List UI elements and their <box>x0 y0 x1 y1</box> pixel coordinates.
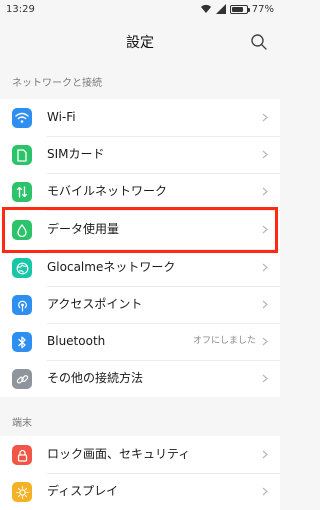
settings-item-bluetooth[interactable]: Bluetooth オフにしました <box>0 323 280 360</box>
settings-item-glocalme-network[interactable]: Glocalmeネットワーク <box>0 249 280 286</box>
mobile-network-icon <box>12 182 32 202</box>
chevron-right-icon <box>262 113 268 122</box>
chevron-right-icon <box>262 450 268 459</box>
chevron-right-icon <box>262 374 268 383</box>
settings-item-label: ディスプレイ <box>47 484 119 498</box>
data-usage-icon <box>12 220 32 240</box>
hotspot-icon <box>12 295 32 315</box>
globe-icon <box>12 258 32 278</box>
battery-level-fill <box>231 6 243 12</box>
settings-item-lock-screen-security[interactable]: ロック画面、セキュリティ <box>0 436 280 473</box>
settings-item-display[interactable]: ディスプレイ <box>0 473 280 510</box>
battery-icon <box>229 4 250 14</box>
chevron-right-icon <box>262 337 268 346</box>
chevron-right-icon <box>262 187 268 196</box>
device-settings-list: ロック画面、セキュリティ ディスプレイ <box>0 436 280 510</box>
settings-item-access-point[interactable]: アクセスポイント <box>0 286 280 323</box>
status-time: 13:29 <box>6 3 35 15</box>
bluetooth-icon <box>12 332 32 352</box>
settings-item-wifi[interactable]: Wi-Fi <box>0 99 280 136</box>
sim-card-icon <box>12 145 32 165</box>
lock-icon <box>12 445 32 465</box>
settings-item-label: ロック画面、セキュリティ <box>47 447 191 461</box>
settings-item-label: アクセスポイント <box>47 297 143 311</box>
battery-percent: 77% <box>251 3 274 15</box>
status-bar: 13:29 77% <box>0 0 280 18</box>
settings-item-sim-card[interactable]: SIMカード <box>0 136 280 173</box>
settings-item-label: Wi-Fi <box>47 110 76 124</box>
page-title: 設定 <box>126 35 154 51</box>
settings-item-data-usage[interactable]: データ使用量 <box>0 210 280 249</box>
page-header: 設定 <box>0 18 280 66</box>
link-icon <box>12 369 32 389</box>
status-indicators: 77% <box>200 4 274 15</box>
bluetooth-status-value: オフにしました <box>192 336 256 346</box>
chevron-right-icon <box>262 150 268 159</box>
sun-icon <box>12 482 32 502</box>
section-header-device: 端末 <box>12 418 32 429</box>
chevron-right-icon <box>262 487 268 496</box>
settings-item-label: Glocalmeネットワーク <box>47 260 176 274</box>
settings-item-label: モバイルネットワーク <box>47 184 168 198</box>
section-header-network: ネットワークと接続 <box>12 78 102 89</box>
chevron-right-icon <box>262 300 268 309</box>
settings-item-label: SIMカード <box>47 147 105 161</box>
search-icon[interactable] <box>250 33 268 51</box>
settings-item-label: その他の接続方法 <box>47 371 144 385</box>
settings-item-label: Bluetooth <box>47 334 106 348</box>
settings-item-label: データ使用量 <box>47 222 120 236</box>
wifi-icon <box>12 108 32 128</box>
cellular-signal-icon <box>215 4 226 14</box>
network-settings-list: Wi-Fi SIMカード モバイルネットワーク データ使用量 Glocalmeネ… <box>0 99 280 397</box>
settings-item-other-connections[interactable]: その他の接続方法 <box>0 360 280 397</box>
wifi-signal-icon <box>200 4 211 14</box>
chevron-right-icon <box>262 225 268 234</box>
settings-item-mobile-network[interactable]: モバイルネットワーク <box>0 173 280 210</box>
chevron-right-icon <box>262 263 268 272</box>
